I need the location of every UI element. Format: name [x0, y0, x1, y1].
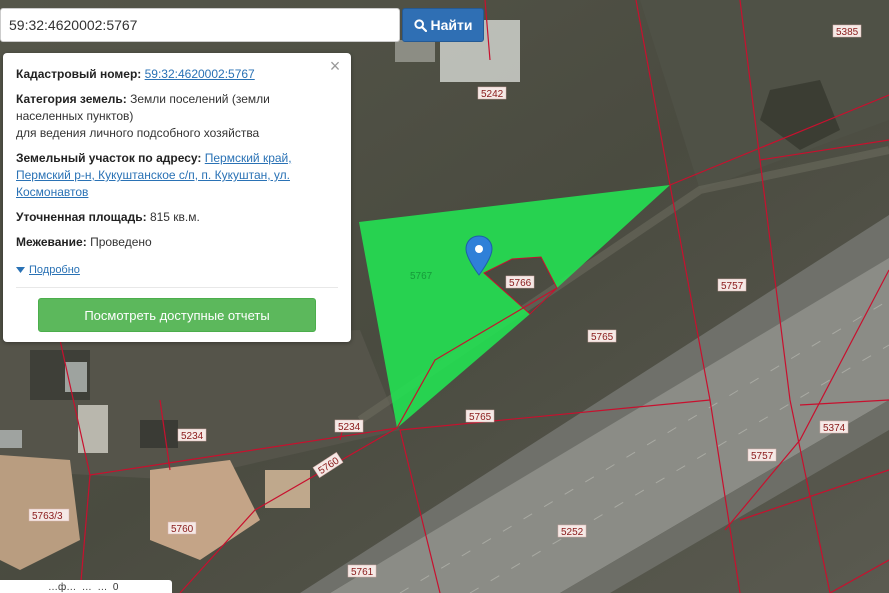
search-button[interactable]: Найти [402, 8, 484, 42]
cadastral-number-row: Кадастровый номер: 59:32:4620002:5767 [16, 66, 339, 83]
parcel-label[interactable]: 5242 [477, 86, 507, 100]
building [395, 40, 435, 62]
parcel-label[interactable]: 5757 [747, 448, 777, 462]
bottom-panel[interactable]: …ф… … … 0 [0, 580, 172, 593]
svg-text:5765: 5765 [469, 412, 492, 423]
building [0, 430, 22, 448]
cadastral-number-link[interactable]: 59:32:4620002:5767 [145, 67, 255, 81]
building [78, 405, 108, 453]
view-reports-button[interactable]: Посмотреть доступные отчеты [38, 298, 316, 332]
svg-text:5234: 5234 [338, 422, 361, 433]
svg-text:5757: 5757 [721, 281, 744, 292]
area-row: Уточненная площадь: 815 кв.м. [16, 209, 339, 226]
parcel-label[interactable]: 5234 [177, 428, 207, 442]
land-category-use: для ведения личного подсобного хозяйства [16, 126, 260, 140]
svg-text:5385: 5385 [836, 27, 859, 38]
parcel-label[interactable]: 5234 [334, 419, 364, 433]
parcel-label[interactable]: 5763/3 [28, 508, 70, 522]
address-row: Земельный участок по адресу: Пермский кр… [16, 150, 339, 201]
area-value: 815 кв.м. [149, 210, 200, 224]
survey-label: Межевание: [16, 235, 87, 249]
parcel-label[interactable]: 5757 [717, 278, 747, 292]
caret-down-icon [16, 267, 25, 273]
building [265, 470, 310, 508]
parcel-label[interactable]: 5760 [167, 521, 197, 535]
svg-text:5765: 5765 [591, 332, 614, 343]
svg-text:5766: 5766 [509, 278, 532, 289]
parcel-label[interactable]: 5385 [832, 24, 862, 38]
svg-text:5234: 5234 [181, 431, 204, 442]
svg-text:5767: 5767 [410, 271, 433, 282]
details-label: Подробно [29, 263, 80, 276]
svg-text:5242: 5242 [481, 89, 504, 100]
svg-text:5763/3: 5763/3 [32, 511, 63, 522]
survey-value: Проведено [90, 235, 152, 249]
parcel-label[interactable]: 5374 [819, 420, 849, 434]
parcel-label[interactable]: 5252 [557, 524, 587, 538]
details-row: Подробно [16, 261, 339, 279]
details-link[interactable]: Подробно [16, 262, 80, 279]
parcel-label[interactable]: 5767 [410, 271, 433, 282]
svg-text:5760: 5760 [171, 524, 194, 535]
parcel-label[interactable]: 5765 [465, 409, 495, 423]
parcel-label[interactable]: 5761 [347, 564, 377, 578]
address-label: Земельный участок по адресу: [16, 151, 202, 165]
parcel-label[interactable]: 5766 [505, 275, 535, 289]
search-icon [413, 18, 427, 32]
bottom-panel-text: …ф… … … 0 [48, 582, 119, 593]
parcel-label[interactable]: 5765 [587, 329, 617, 343]
search-bar [0, 8, 400, 42]
cadastral-number-label: Кадастровый номер: [16, 67, 142, 81]
search-button-label: Найти [430, 17, 473, 33]
parcel-info-card: × Кадастровый номер: 59:32:4620002:5767 … [3, 53, 351, 342]
search-input[interactable] [1, 9, 399, 41]
svg-text:5761: 5761 [351, 567, 374, 578]
area-label: Уточненная площадь: [16, 210, 147, 224]
land-category-label: Категория земель: [16, 92, 127, 106]
survey-row: Межевание: Проведено [16, 234, 339, 251]
svg-text:5374: 5374 [823, 423, 846, 434]
close-icon[interactable]: × [327, 57, 343, 75]
land-category-row: Категория земель: Земли поселений (земли… [16, 91, 339, 142]
svg-text:5252: 5252 [561, 527, 584, 538]
building [140, 420, 178, 448]
card-divider [16, 287, 338, 288]
svg-text:5757: 5757 [751, 451, 774, 462]
